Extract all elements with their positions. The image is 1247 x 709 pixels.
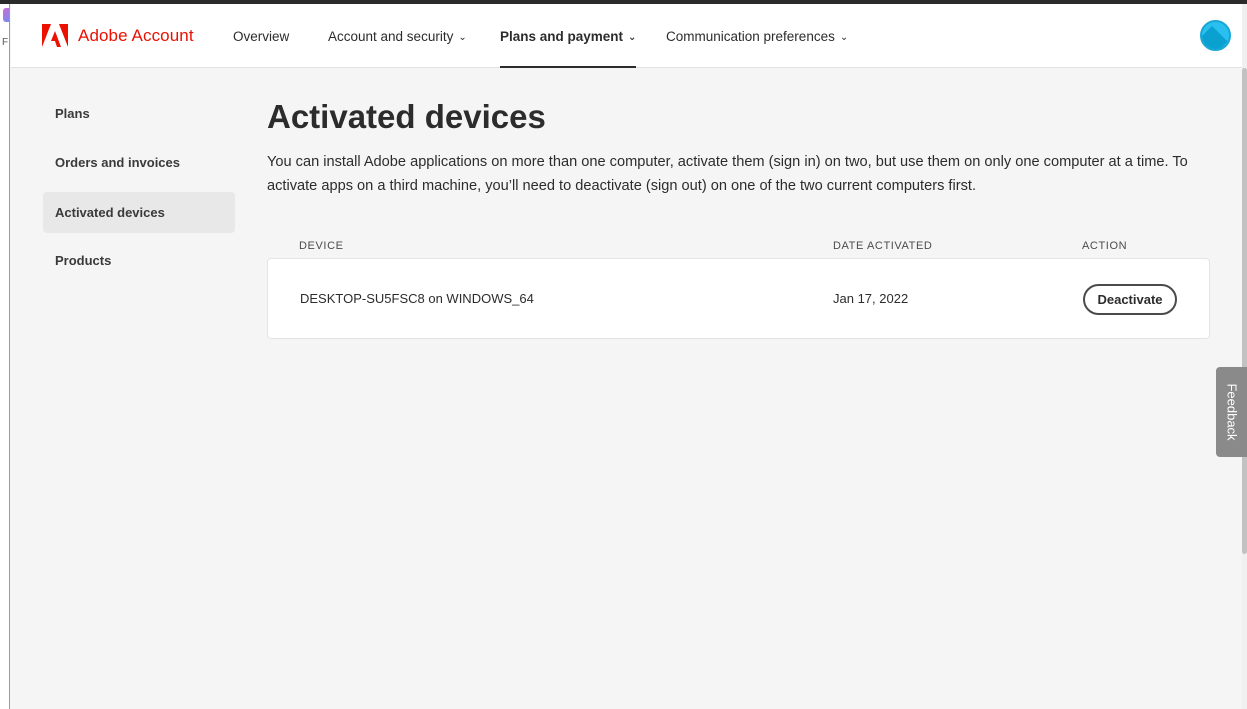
chevron-down-icon: ⌄ [458, 31, 467, 43]
nav-plans-payment-label: Plans and payment [500, 28, 624, 44]
page-description: You can install Adobe applications on mo… [267, 154, 1188, 194]
sidebar-item-activated-devices[interactable]: Activated devices [43, 192, 235, 233]
brand-name: Adobe Account [78, 25, 194, 45]
background-window-edge: F [0, 4, 10, 709]
sidebar-item-orders-invoices[interactable]: Orders and invoices [43, 142, 235, 183]
sidebar-item-label: Activated devices [55, 205, 165, 220]
sidebar-item-products[interactable]: Products [43, 240, 235, 281]
sidebar-item-label: Plans [55, 106, 90, 121]
adobe-account-logo[interactable]: Adobe Account [42, 24, 194, 47]
device-row: DESKTOP-SU5FSC8 on WINDOWS_64 Jan 17, 20… [267, 258, 1210, 339]
device-date-activated: Jan 17, 2022 [833, 291, 909, 306]
adobe-logo-icon [42, 24, 68, 47]
sidebar-item-label: Products [55, 253, 112, 268]
nav-communication-label: Communication preferences [666, 28, 835, 44]
scrollbar-thumb[interactable] [1242, 68, 1247, 554]
user-avatar[interactable] [1200, 20, 1231, 51]
column-header-date-activated: DATE ACTIVATED [833, 240, 933, 252]
background-window-letter: F [2, 37, 9, 48]
nav-account-security[interactable]: Account and security ⌄ [328, 4, 467, 68]
page: Adobe Account Overview Account and secur… [11, 4, 1242, 709]
nav-overview-label: Overview [233, 28, 290, 44]
deactivate-button[interactable]: Deactivate [1083, 284, 1177, 315]
device-name: DESKTOP-SU5FSC8 on WINDOWS_64 [300, 291, 534, 306]
nav-plans-payment[interactable]: Plans and payment ⌄ [500, 4, 637, 68]
sidebar-item-label: Orders and invoices [55, 155, 180, 170]
avatar-shade [1202, 26, 1228, 49]
sidebar-item-plans[interactable]: Plans [43, 93, 235, 134]
nav-overview[interactable]: Overview [233, 4, 289, 68]
global-header: Adobe Account Overview Account and secur… [11, 4, 1242, 68]
chevron-down-icon: ⌄ [628, 31, 637, 43]
column-header-device: DEVICE [299, 240, 344, 252]
column-header-action: ACTION [1082, 240, 1128, 252]
feedback-tab[interactable]: Feedback [1216, 367, 1247, 457]
feedback-label: Feedback [1224, 383, 1239, 441]
page-title: Activated devices [267, 98, 546, 135]
nav-communication-preferences[interactable]: Communication preferences ⌄ [666, 4, 848, 68]
window-border [9, 4, 10, 709]
nav-account-security-label: Account and security [328, 28, 454, 44]
chevron-down-icon: ⌄ [839, 31, 849, 43]
